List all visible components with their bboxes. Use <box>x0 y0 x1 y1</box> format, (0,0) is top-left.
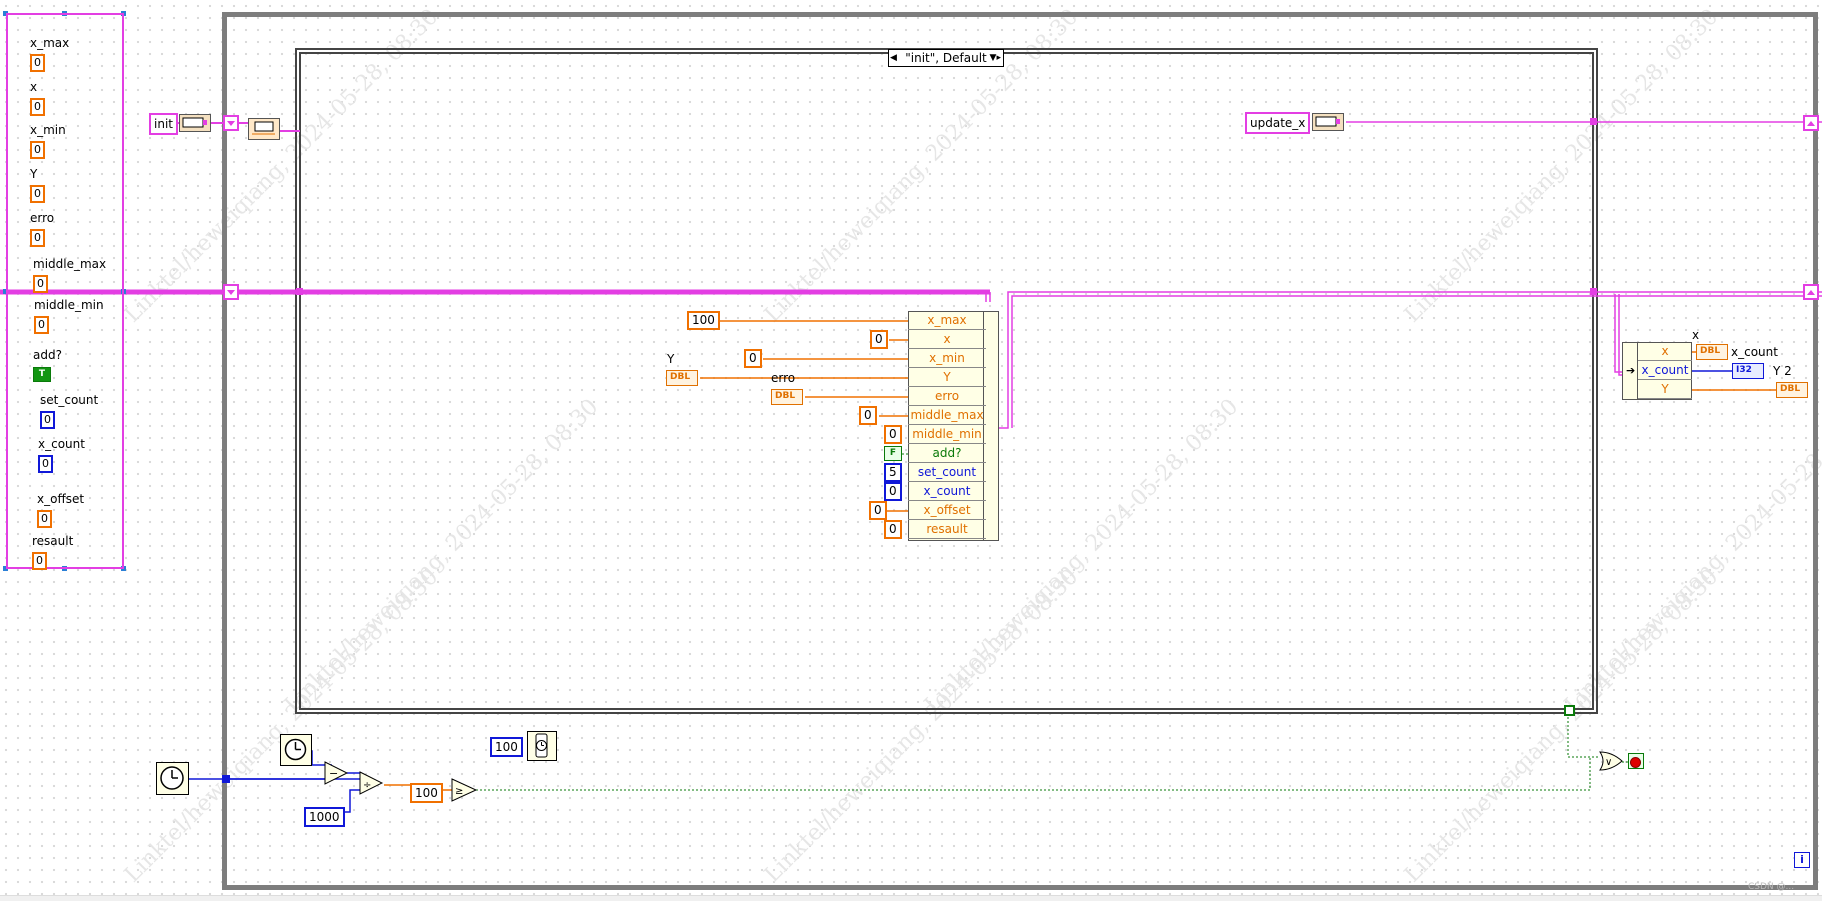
cluster-item-value[interactable]: 0 <box>30 54 45 72</box>
cluster-item-label: middle_max <box>33 257 107 271</box>
bundle-field-x[interactable]: x <box>908 330 986 349</box>
tick-count-node-main[interactable] <box>156 762 189 795</box>
bundle-field-x-count[interactable]: x_count <box>908 482 986 501</box>
cluster-item-value[interactable]: 0 <box>30 185 45 203</box>
cluster-item-value[interactable]: 0 <box>34 316 49 334</box>
cluster-item-label: Y <box>30 167 38 181</box>
enum-init-constant[interactable]: init <box>149 113 178 135</box>
bundle-field-middle-max[interactable]: middle_max <box>908 406 986 425</box>
cluster-item-label: x_max <box>30 36 70 50</box>
bundle-constant[interactable]: 100 <box>687 311 720 330</box>
block-diagram: Linktel/heweiqiang, 2024-05-28, 08:30 Lin… <box>0 0 1822 901</box>
bundle-constant[interactable]: 5 <box>884 463 902 482</box>
out-x-indicator[interactable]: DBL <box>1696 344 1728 360</box>
unbundle-field[interactable]: x_count <box>1638 361 1692 380</box>
divisor-constant[interactable]: 1000 <box>304 807 345 827</box>
wait-ms-constant[interactable]: 100 <box>490 737 523 757</box>
out-xcount-label: x_count <box>1731 345 1778 359</box>
case-tunnel-bool[interactable] <box>1564 705 1575 716</box>
loop-tunnel-tick[interactable] <box>222 775 230 783</box>
bundle-field-erro[interactable]: erro <box>908 387 986 406</box>
cluster-item-label: x <box>30 80 38 94</box>
loop-iteration-terminal[interactable]: i <box>1794 852 1810 868</box>
bundle-constant[interactable]: 0 <box>884 425 902 444</box>
bundle-constant[interactable]: 0 <box>744 349 762 368</box>
stop-condition-terminal[interactable] <box>1628 753 1644 769</box>
clock-icon <box>160 766 184 790</box>
case-tunnel-right-top[interactable] <box>1590 118 1597 125</box>
cluster-item-value[interactable]: 0 <box>30 229 45 247</box>
cluster-item-value[interactable]: 0 <box>30 98 45 116</box>
cluster-item-label: erro <box>30 211 55 225</box>
cluster-item-label: x_count <box>38 437 85 451</box>
y-label: Y <box>667 352 675 366</box>
out-xcount-indicator[interactable]: I32 <box>1732 363 1764 379</box>
cluster-item-label: set_count <box>40 393 99 407</box>
cluster-item-value[interactable]: 0 <box>38 455 53 473</box>
svg-text:−: − <box>329 767 338 780</box>
wire-compare-out[interactable] <box>476 757 1591 791</box>
case-tunnel-right[interactable] <box>1590 288 1597 295</box>
erro-label: erro <box>771 371 796 385</box>
enum-update-constant[interactable]: update_x <box>1245 112 1311 134</box>
bundle-constant[interactable]: 0 <box>870 330 888 349</box>
bundle-field-x-offset[interactable]: x_offset <box>908 501 986 520</box>
bundle-constant[interactable]: F <box>884 446 902 461</box>
cluster-item-value[interactable]: 0 <box>32 552 47 570</box>
svg-text:≥: ≥ <box>455 786 463 797</box>
unbundle-field[interactable]: x <box>1638 342 1692 361</box>
cluster-wire-bundle-out-b[interactable] <box>1011 295 1822 428</box>
bundle-constant[interactable]: 0 <box>869 501 887 520</box>
typedef-update-glyph-icon <box>1315 116 1340 127</box>
bundle-by-name-small-icon[interactable] <box>248 118 280 140</box>
case-tunnel-left[interactable] <box>296 288 303 295</box>
cluster-item-label: resault <box>32 534 74 548</box>
enum-init-value: init <box>154 117 173 131</box>
typedef-icon[interactable] <box>179 114 211 132</box>
bottom-scrollbar[interactable] <box>0 895 1822 901</box>
erro-dbl-control[interactable]: DBL <box>771 389 803 405</box>
cluster-item-value[interactable]: 0 <box>30 141 45 159</box>
typedef-update-icon[interactable] <box>1312 113 1344 131</box>
y-dbl-control[interactable]: DBL <box>666 370 698 386</box>
bundle-constant[interactable]: 0 <box>884 482 902 501</box>
bundle-field-add[interactable]: add? <box>908 444 986 463</box>
bundle-field-middle-min[interactable]: middle_min <box>908 425 986 444</box>
clock-icon-2 <box>284 738 307 761</box>
enum-update-value: update_x <box>1250 116 1306 130</box>
bundle-field-x-min[interactable]: x_min <box>908 349 986 368</box>
bundle-constant[interactable]: 0 <box>859 406 877 425</box>
cluster-item-value[interactable]: 0 <box>37 510 52 528</box>
wristwatch-icon <box>535 733 548 758</box>
cluster-glyph-icon <box>252 121 275 135</box>
tick-count-node-2[interactable] <box>280 734 312 766</box>
out-y-indicator[interactable]: DBL <box>1776 382 1808 398</box>
cluster-control[interactable] <box>6 13 124 569</box>
bundle-field-set-count[interactable]: set_count <box>908 463 986 482</box>
bundle-field-resault[interactable]: resault <box>908 520 986 539</box>
out-y-label: Y 2 <box>1773 364 1792 378</box>
cluster-item-label: x_offset <box>37 492 85 506</box>
cluster-item-value[interactable]: 0 <box>33 275 48 293</box>
compare-constant[interactable]: 100 <box>410 783 443 803</box>
bundle-constant[interactable]: 0 <box>884 520 902 539</box>
bundle-field-x-max[interactable]: x_max <box>908 311 986 330</box>
cluster-item-label: x_min <box>30 123 66 137</box>
typedef-glyph-icon <box>182 117 207 128</box>
csdn-mark: CSDN @... <box>1748 882 1795 892</box>
cluster-wire-bundle-out[interactable] <box>995 291 1822 429</box>
unbundle-arrow-icon: ➔ <box>1626 364 1636 377</box>
unbundle-field[interactable]: Y <box>1638 380 1692 399</box>
svg-text:÷: ÷ <box>363 780 371 791</box>
svg-text:∨: ∨ <box>1605 757 1612 768</box>
cluster-item-label: add? <box>33 348 62 362</box>
bundle-field-Y[interactable]: Y <box>908 368 986 387</box>
out-x-label: x <box>1692 328 1700 342</box>
cluster-item-value[interactable]: T <box>33 367 51 382</box>
stop-sign-icon <box>1630 757 1641 768</box>
wait-ms-node[interactable] <box>527 731 557 761</box>
cluster-item-label: middle_min <box>34 298 104 312</box>
cluster-item-value[interactable]: 0 <box>40 411 55 429</box>
wire-stop-in[interactable] <box>1567 713 1600 758</box>
